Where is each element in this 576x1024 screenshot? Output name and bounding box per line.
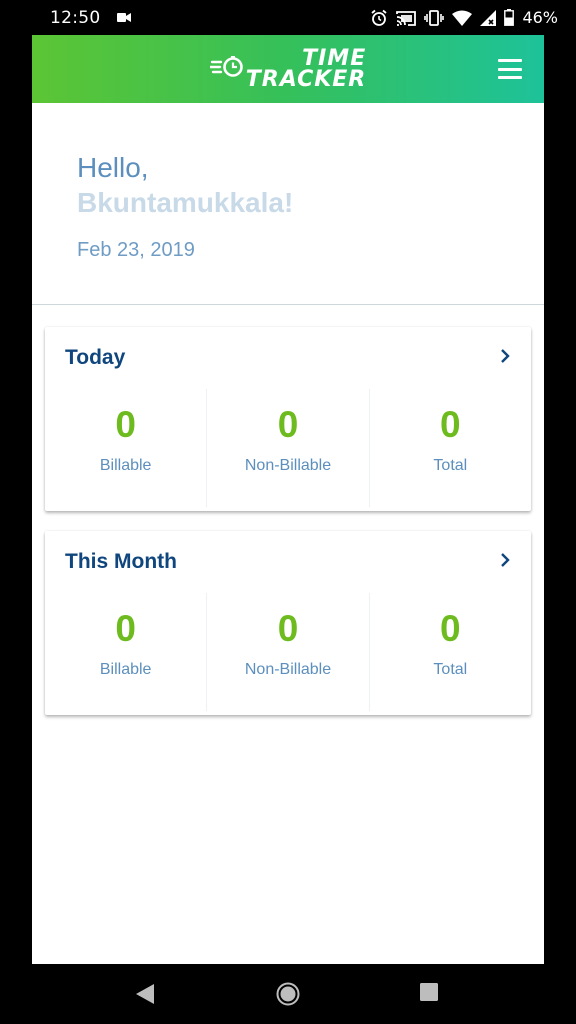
stat-value: 0 [277,608,299,649]
alarm-icon [370,9,388,27]
today-billable: 0 Billable [45,389,206,507]
greeting-hello: Hello, [77,152,149,183]
stat-label: Total [433,457,468,474]
navigation-bar [0,964,576,1024]
stopwatch-icon [208,55,244,83]
signal-icon [480,9,497,26]
today-non-billable: 0 Non-Billable [206,389,368,507]
today-stats: 0 Billable 0 Non-Billable 0 Total [45,389,531,507]
cast-icon [396,10,417,26]
app-header: TIME TRACKER [32,35,544,103]
video-icon [116,12,131,23]
today-card-title: Today [65,346,126,369]
time-tracker-logo: TIME TRACKER [208,46,367,92]
vibrate-icon [424,9,445,26]
stat-label: Non-Billable [244,661,332,678]
app-window: TIME TRACKER Hello, Bkuntamukkala! Feb 2… [32,35,544,964]
month-non-billable: 0 Non-Billable [206,593,368,711]
status-bar: 12:50 46% [0,0,576,35]
menu-line [498,67,522,71]
this-month-card-title: This Month [65,550,177,573]
stat-value: 0 [115,608,136,649]
recents-icon[interactable] [419,982,439,1007]
stat-label: Total [433,661,468,678]
status-time: 12:50 [50,7,101,28]
stat-value: 0 [440,608,461,649]
menu-line [498,76,522,79]
greeting-date: Feb 23, 2019 [77,239,195,261]
stat-value: 0 [440,404,461,445]
this-month-stats: 0 Billable 0 Non-Billable 0 Total [45,593,531,711]
home-icon[interactable] [276,982,300,1011]
menu-line [498,59,522,62]
month-total: 0 Total [368,593,531,711]
greeting-username: Bkuntamukkala! [77,187,294,218]
chevron-right-icon[interactable] [499,348,511,369]
today-total: 0 Total [368,389,531,507]
this-month-card-header[interactable]: This Month [45,531,531,593]
month-billable: 0 Billable [45,593,206,711]
stat-value: 0 [115,404,136,445]
this-month-card: This Month 0 Billable 0 Non-Billable 0 T… [45,531,531,715]
battery-percent: 46% [522,8,558,27]
chevron-right-icon[interactable] [499,552,511,573]
battery-icon [504,9,515,26]
today-card: Today 0 Billable 0 Non-Billable 0 Total [45,327,531,511]
logo-text-time: TIME [302,46,367,71]
logo-text-tracker: TRACKER [245,67,367,92]
hamburger-menu-icon[interactable] [498,59,522,79]
stat-label: Non-Billable [244,457,332,474]
stat-label: Billable [99,457,152,474]
stat-value: 0 [277,404,299,445]
wifi-icon [452,10,473,26]
today-card-header[interactable]: Today [45,327,531,389]
back-icon[interactable] [134,982,156,1011]
greeting-section: Hello, Bkuntamukkala! Feb 23, 2019 [32,103,544,305]
stat-label: Billable [99,661,152,678]
